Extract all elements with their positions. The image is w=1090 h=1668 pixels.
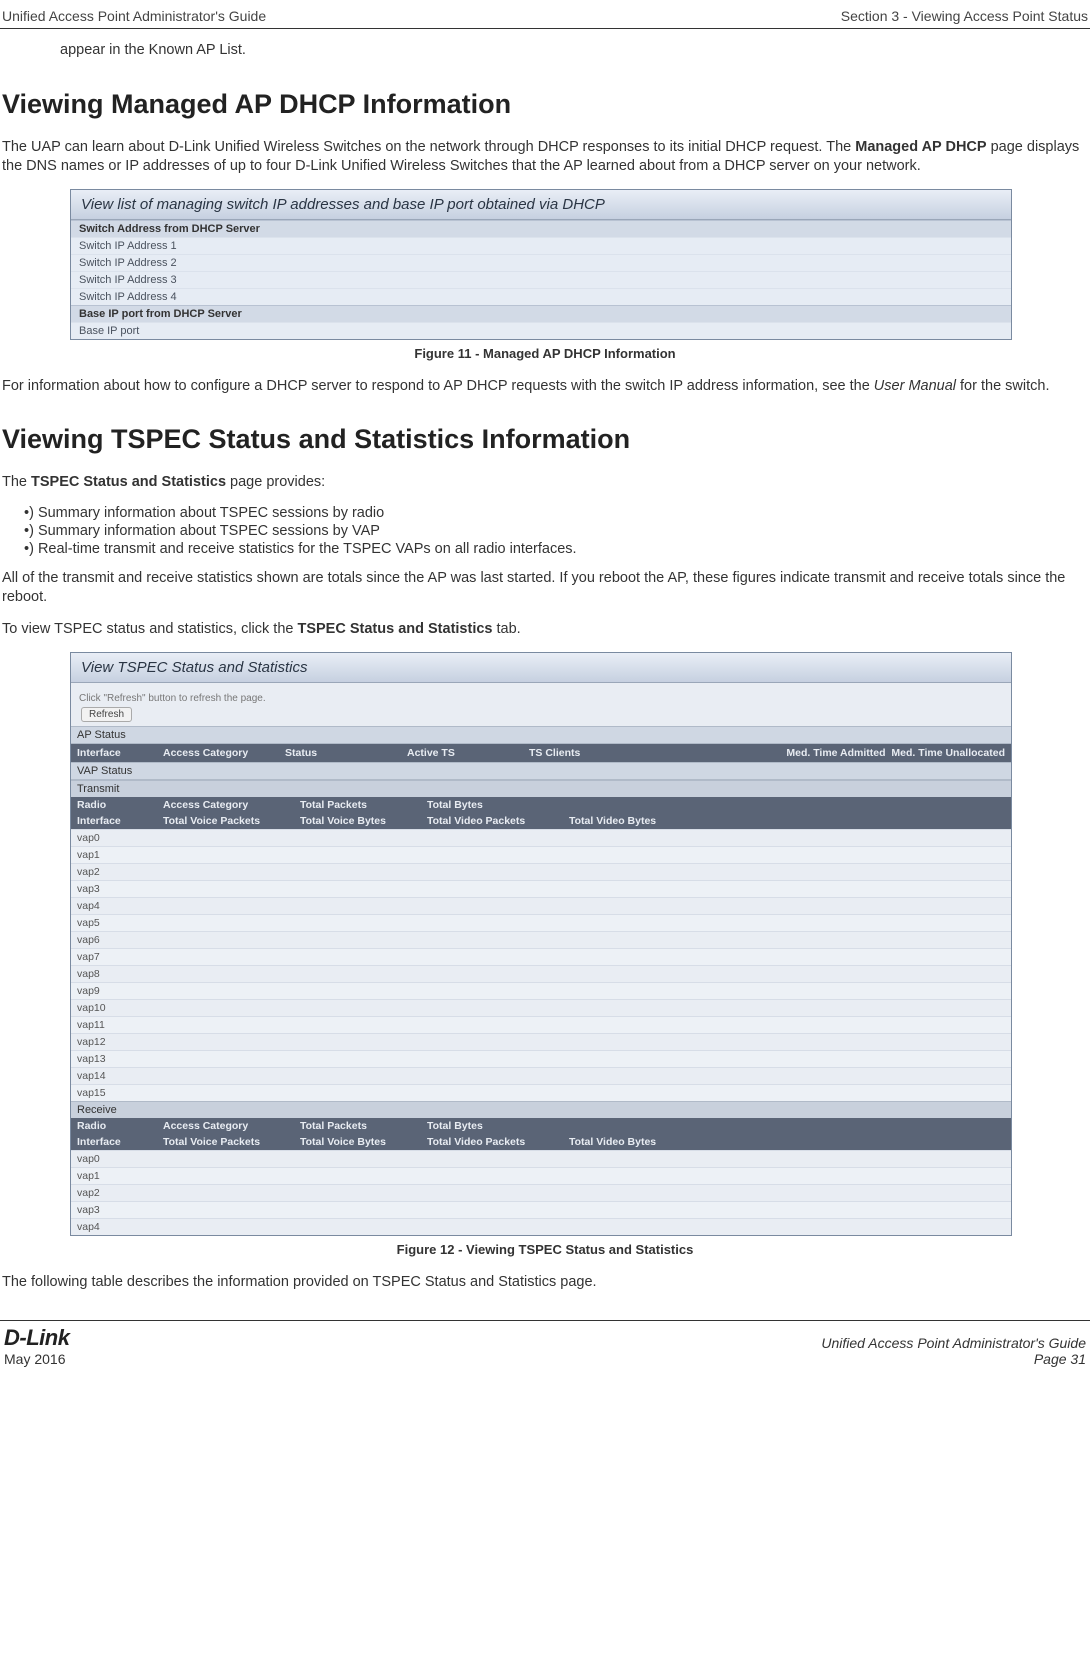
vap-row: vap5 <box>71 914 1011 931</box>
fig11-title: View list of managing switch IP addresse… <box>71 190 1011 220</box>
vap-row: vap2 <box>71 863 1011 880</box>
fig11-caption: Figure 11 - Managed AP DHCP Information <box>2 346 1088 361</box>
list-item: Summary information about TSPEC sessions… <box>24 523 1088 539</box>
fig11-row: Switch IP Address 3 <box>71 271 1011 288</box>
bold-managed-ap-dhcp: Managed AP DHCP <box>855 139 986 155</box>
vap-row: vap0 <box>71 829 1011 846</box>
ap-status-bar: AP Status <box>71 726 1011 744</box>
tspec-bullets: Summary information about TSPEC sessions… <box>24 505 1088 557</box>
list-item: Summary information about TSPEC sessions… <box>24 505 1088 521</box>
ap-status-header: Interface Access Category Status Active … <box>71 744 1011 762</box>
vap-row: vap3 <box>71 1201 1011 1218</box>
receive-bar: Receive <box>71 1101 1011 1118</box>
vap-row: vap1 <box>71 846 1011 863</box>
vap-row: vap8 <box>71 965 1011 982</box>
vap-row: vap10 <box>71 999 1011 1016</box>
dlink-logo: D-Link <box>4 1325 69 1351</box>
closing-text: The following table describes the inform… <box>2 1273 1088 1293</box>
vap-row: vap12 <box>71 1033 1011 1050</box>
tspec-intro: The TSPEC Status and Statistics page pro… <box>2 473 1088 493</box>
heading-tspec: Viewing TSPEC Status and Statistics Info… <box>2 424 1088 455</box>
vap-row: vap2 <box>71 1184 1011 1201</box>
header-right: Section 3 - Viewing Access Point Status <box>841 8 1088 24</box>
fig11-head2: Base IP port from DHCP Server <box>71 305 1011 322</box>
vap-row: vap13 <box>71 1050 1011 1067</box>
fig12-caption: Figure 12 - Viewing TSPEC Status and Sta… <box>2 1242 1088 1257</box>
footer-left: D-Link May 2016 <box>4 1325 69 1367</box>
footer-date: May 2016 <box>4 1351 69 1367</box>
italic-user-manual: User Manual <box>874 378 956 394</box>
fig11-row: Switch IP Address 1 <box>71 237 1011 254</box>
lead-text: appear in the Known AP List. <box>60 41 1088 61</box>
vap-row: vap4 <box>71 897 1011 914</box>
receive-header: Radio Access Category Total Packets Tota… <box>71 1118 1011 1150</box>
fig12-title: View TSPEC Status and Statistics <box>71 653 1011 683</box>
vap-row: vap1 <box>71 1167 1011 1184</box>
fig11-row: Switch IP Address 2 <box>71 254 1011 271</box>
dhcp-note: For information about how to configure a… <box>2 377 1088 397</box>
tspec-note1: All of the transmit and receive statisti… <box>2 569 1088 608</box>
vap-status-bar: VAP Status <box>71 762 1011 780</box>
vap-row: vap15 <box>71 1084 1011 1101</box>
fig11-panel: View list of managing switch IP addresse… <box>70 189 1012 340</box>
vap-row: vap0 <box>71 1150 1011 1167</box>
heading-dhcp: Viewing Managed AP DHCP Information <box>2 89 1088 120</box>
vap-row: vap11 <box>71 1016 1011 1033</box>
dhcp-intro: The UAP can learn about D-Link Unified W… <box>2 138 1088 177</box>
fig11-head1: Switch Address from DHCP Server <box>71 220 1011 237</box>
tspec-note2: To view TSPEC status and statistics, cli… <box>2 620 1088 640</box>
refresh-note: Click "Refresh" button to refresh the pa… <box>79 693 1005 704</box>
footer-right: Unified Access Point Administrator's Gui… <box>821 1335 1086 1367</box>
bold-tspec-tab: TSPEC Status and Statistics <box>297 621 492 637</box>
bold-tspec-status: TSPEC Status and Statistics <box>31 474 226 490</box>
vap-row: vap14 <box>71 1067 1011 1084</box>
vap-row: vap7 <box>71 948 1011 965</box>
fig11-row: Switch IP Address 4 <box>71 288 1011 305</box>
transmit-bar: Transmit <box>71 780 1011 797</box>
vap-row: vap4 <box>71 1218 1011 1235</box>
fig12-panel: View TSPEC Status and Statistics Click "… <box>70 652 1012 1236</box>
refresh-button[interactable]: Refresh <box>81 707 132 722</box>
vap-row: vap3 <box>71 880 1011 897</box>
header-left: Unified Access Point Administrator's Gui… <box>2 8 266 24</box>
fig11-row: Base IP port <box>71 322 1011 339</box>
list-item: Real-time transmit and receive statistic… <box>24 541 1088 557</box>
vap-row: vap9 <box>71 982 1011 999</box>
vap-row: vap6 <box>71 931 1011 948</box>
transmit-header: Radio Access Category Total Packets Tota… <box>71 797 1011 829</box>
